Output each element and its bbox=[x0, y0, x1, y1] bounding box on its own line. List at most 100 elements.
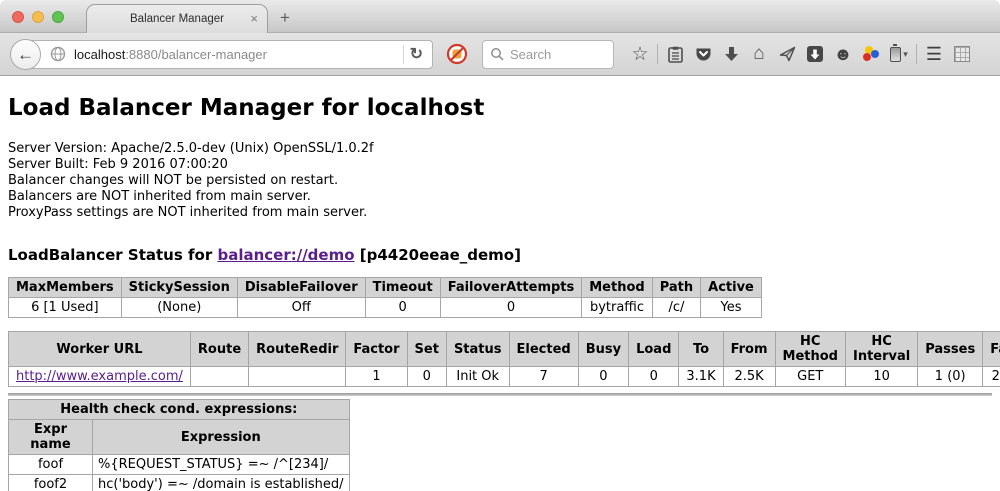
video-download-icon[interactable] bbox=[801, 46, 829, 62]
cell-elected: 7 bbox=[509, 367, 578, 387]
col-path: Path bbox=[652, 278, 700, 298]
col-busy: Busy bbox=[578, 332, 628, 367]
server-built-line: Server Built: Feb 9 2016 07:00:20 bbox=[8, 157, 992, 173]
globe-icon bbox=[50, 46, 66, 62]
window-controls bbox=[12, 11, 64, 23]
table-row: 6 [1 Used] (None) Off 0 0 bytraffic /c/ … bbox=[9, 298, 762, 318]
browser-window: Balancer Manager × + ← localhost:8880/ba… bbox=[0, 0, 1000, 491]
downloads-icon[interactable] bbox=[717, 46, 745, 62]
new-tab-button[interactable]: + bbox=[280, 8, 290, 28]
balancer-demo-link[interactable]: balancer://demo bbox=[217, 246, 354, 264]
emoji-extension-icon[interactable]: ☻ bbox=[829, 44, 857, 65]
search-input[interactable] bbox=[510, 47, 600, 62]
page-title: Load Balancer Manager for localhost bbox=[8, 95, 992, 121]
loadbalancer-status-heading: LoadBalancer Status for balancer://demo … bbox=[8, 246, 992, 264]
search-bar[interactable] bbox=[482, 40, 614, 69]
cell-stickysession: (None) bbox=[121, 298, 237, 318]
cell-status: Init Ok bbox=[446, 367, 509, 387]
col-hc-method: HC Method bbox=[775, 332, 845, 367]
col-from: From bbox=[723, 332, 775, 367]
table-header-row: Expr name Expression bbox=[9, 420, 350, 455]
toolbar-divider-2 bbox=[916, 44, 917, 64]
cell-maxmembers: 6 [1 Used] bbox=[9, 298, 122, 318]
heading-suffix: [p4420eeae_demo] bbox=[355, 246, 521, 264]
extension-grid-icon[interactable] bbox=[948, 46, 976, 62]
cell-route bbox=[190, 367, 248, 387]
table-header-row: MaxMembers StickySession DisableFailover… bbox=[9, 278, 762, 298]
cell-method: bytraffic bbox=[582, 298, 652, 318]
server-version-line: Server Version: Apache/2.5.0-dev (Unix) … bbox=[8, 141, 992, 157]
col-hc-interval: HC Interval bbox=[845, 332, 917, 367]
minimize-window-button[interactable] bbox=[32, 11, 44, 23]
close-window-button[interactable] bbox=[12, 11, 24, 23]
grid-shape bbox=[954, 46, 970, 62]
col-expr-name: Expr name bbox=[9, 420, 93, 455]
battery-extension-icon[interactable]: ▾ bbox=[885, 47, 913, 62]
col-route: Route bbox=[190, 332, 248, 367]
heading-prefix: LoadBalancer Status for bbox=[8, 246, 217, 264]
col-stickysession: StickySession bbox=[121, 278, 237, 298]
health-table-title: Health check cond. expressions: bbox=[9, 400, 350, 420]
url-divider bbox=[403, 45, 404, 64]
video-download-square bbox=[807, 46, 823, 62]
col-routeredir: RouteRedir bbox=[249, 332, 346, 367]
search-icon bbox=[490, 47, 504, 61]
col-status: Status bbox=[446, 332, 509, 367]
url-text: localhost:8880/balancer-manager bbox=[74, 47, 397, 62]
table-header-row: Worker URL Route RouteRedir Factor Set S… bbox=[9, 332, 1000, 367]
back-button[interactable]: ← bbox=[10, 39, 41, 70]
zoom-window-button[interactable] bbox=[52, 11, 64, 23]
chevron-down-icon: ▾ bbox=[903, 49, 908, 60]
cell-disablefailover: Off bbox=[237, 298, 365, 318]
table-row: http://www.example.com/ 1 0 Init Ok 7 0 … bbox=[9, 367, 1000, 387]
tab-balancer-manager[interactable]: Balancer Manager × bbox=[86, 4, 268, 33]
cell-hc-method: GET bbox=[775, 367, 845, 387]
table-row: foof %{REQUEST_STATUS} =~ /^[234]/ bbox=[9, 455, 350, 475]
col-method: Method bbox=[582, 278, 652, 298]
home-icon[interactable]: ⌂ bbox=[745, 43, 773, 65]
color-dots bbox=[862, 46, 880, 62]
col-load: Load bbox=[629, 332, 679, 367]
col-disablefailover: DisableFailover bbox=[237, 278, 365, 298]
cell-passes: 1 (0) bbox=[918, 367, 983, 387]
color-dots-extension-icon[interactable] bbox=[857, 46, 885, 62]
cell-path: /c/ bbox=[652, 298, 700, 318]
cell-hc-interval: 10 bbox=[845, 367, 917, 387]
worker-status-table: Worker URL Route RouteRedir Factor Set S… bbox=[8, 331, 1000, 387]
hamburger-menu-icon[interactable]: ☰ bbox=[920, 44, 948, 65]
table-row: foof2 hc('body') =~ /domain is establish… bbox=[9, 475, 350, 491]
cell-set: 0 bbox=[407, 367, 446, 387]
pocket-icon[interactable] bbox=[689, 46, 717, 62]
cell-load: 0 bbox=[629, 367, 679, 387]
col-active: Active bbox=[701, 278, 762, 298]
cell-failoverattempts: 0 bbox=[440, 298, 582, 318]
col-expression: Expression bbox=[93, 420, 350, 455]
close-tab-icon[interactable]: × bbox=[250, 11, 258, 26]
reading-list-clipboard-icon[interactable] bbox=[661, 46, 689, 63]
health-check-table: Health check cond. expressions: Expr nam… bbox=[8, 399, 350, 491]
col-elected: Elected bbox=[509, 332, 578, 367]
toolbar-icons: ☆ ⌂ ☻ bbox=[626, 43, 976, 66]
send-tab-icon[interactable] bbox=[773, 46, 801, 62]
tab-title: Balancer Manager bbox=[130, 13, 224, 25]
cell-expr-name: foof bbox=[9, 455, 93, 475]
toolbar-divider bbox=[657, 44, 658, 64]
col-passes: Passes bbox=[918, 332, 983, 367]
bookmark-star-icon[interactable]: ☆ bbox=[626, 43, 654, 66]
cell-busy: 0 bbox=[578, 367, 628, 387]
url-bar[interactable]: localhost:8880/balancer-manager ↻ bbox=[25, 40, 433, 69]
worker-url-link[interactable]: http://www.example.com/ bbox=[16, 369, 183, 384]
url-host: localhost bbox=[74, 47, 125, 62]
reload-button[interactable]: ↻ bbox=[410, 44, 432, 64]
cell-fails: 2 (0) bbox=[983, 367, 1000, 387]
col-to: To bbox=[679, 332, 723, 367]
content-blocker-icon[interactable] bbox=[446, 43, 468, 65]
col-worker-url: Worker URL bbox=[9, 332, 191, 367]
col-factor: Factor bbox=[346, 332, 407, 367]
cell-worker-url: http://www.example.com/ bbox=[9, 367, 191, 387]
cell-timeout: 0 bbox=[365, 298, 440, 318]
back-arrow-icon: ← bbox=[17, 46, 34, 63]
server-info: Server Version: Apache/2.5.0-dev (Unix) … bbox=[8, 141, 992, 221]
tab-bar: Balancer Manager × + bbox=[0, 0, 1000, 33]
url-path: :8880/balancer-manager bbox=[125, 47, 267, 62]
